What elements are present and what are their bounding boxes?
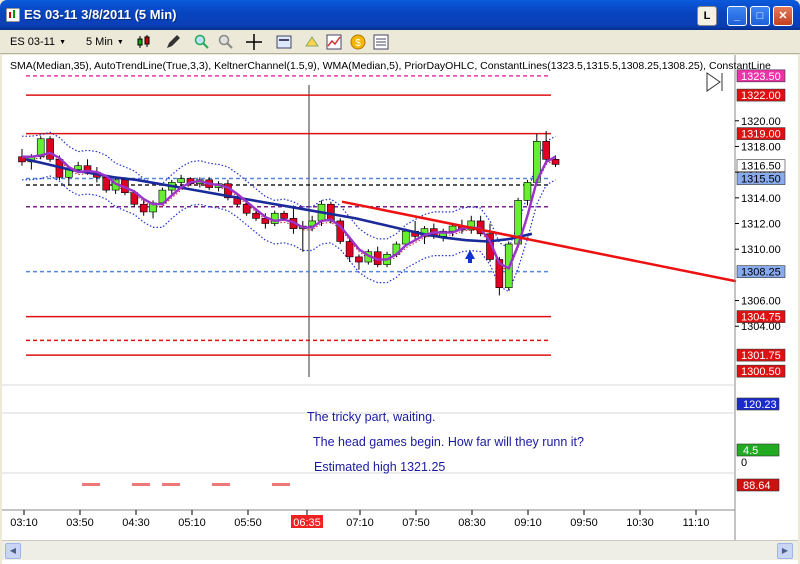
candle-body [551, 159, 560, 165]
candle-body [542, 141, 550, 160]
candle-body [280, 212, 288, 219]
sub-panel-bar [162, 483, 180, 486]
candle-body [355, 256, 363, 263]
time-tick-label: 09:50 [570, 517, 598, 529]
sub-panel-zero-label: 0 [741, 457, 747, 469]
keltner-lower-line [22, 175, 556, 293]
time-tick-label: 07:50 [402, 517, 430, 529]
pencil-icon[interactable] [165, 34, 181, 50]
candle-body [46, 138, 54, 160]
price-tag-label: 1319.00 [741, 129, 781, 141]
chart-toolbar: ES 03-11 ▼ 5 Min ▼ $ [0, 30, 800, 54]
price-tag-label: 1304.75 [741, 312, 781, 324]
zoom-in-icon[interactable] [194, 34, 210, 50]
price-tag-label: 1308.25 [741, 267, 781, 279]
time-tick-label: 03:50 [66, 517, 94, 529]
candle-body [242, 203, 251, 214]
price-tag-label: 1300.50 [741, 366, 781, 378]
chart-app-icon [6, 8, 20, 22]
indicator-legend: SMA(Median,35), AutoTrendLine(True,3,3),… [10, 60, 771, 72]
interval-label: 5 Min [86, 36, 113, 48]
scroll-left-arrow-icon[interactable]: ◀ [5, 543, 21, 559]
signal-icon[interactable]: $ [350, 34, 366, 50]
candle-body [139, 203, 148, 213]
sub-panel-value: 88.64 [743, 480, 771, 492]
horizontal-scrollbar[interactable]: ◀ ▶ [2, 540, 798, 560]
crosshair-time-label: 06:35 [293, 517, 321, 529]
annotation-line-1: The tricky part, waiting. [307, 410, 436, 424]
strategy-icon[interactable] [304, 34, 320, 50]
data-box-icon[interactable] [326, 34, 342, 50]
price-tick-label: 1312.00 [741, 219, 781, 231]
time-tick-label: 09:10 [514, 517, 542, 529]
price-tick-label: 1320.00 [741, 116, 781, 128]
close-button[interactable]: ✕ [773, 6, 793, 26]
candle-body [252, 212, 260, 219]
chevron-down-icon: ▼ [59, 38, 66, 46]
minimize-button[interactable]: _ [727, 6, 747, 26]
time-tick-label: 11:10 [683, 517, 710, 529]
keltner-upper-line [22, 131, 556, 249]
time-tick-label: 08:30 [458, 517, 486, 529]
price-tick-label: 1314.00 [741, 193, 781, 205]
price-tick-label: 1306.00 [741, 296, 781, 308]
window-titlebar[interactable]: ES 03-11 3/8/2011 (5 Min) L _ □ ✕ [0, 0, 800, 30]
price-tag-label: 1301.75 [741, 350, 781, 362]
candle-body [401, 230, 410, 245]
price-tag-label: 1322.00 [741, 90, 781, 102]
auto-trendline [341, 200, 737, 283]
scroll-right-arrow-icon[interactable]: ▶ [777, 543, 793, 559]
sub-panel-value: 4.5 [743, 445, 758, 457]
time-tick-label: 10:30 [626, 517, 654, 529]
time-tick-label: 07:10 [346, 517, 374, 529]
up-arrow-marker-icon [465, 250, 475, 263]
candle-body [74, 165, 82, 170]
chevron-down-icon: ▼ [116, 38, 124, 46]
chart-panel[interactable]: 1320.001318.001316.001314.001312.001310.… [2, 55, 798, 564]
scroll-to-end-icon[interactable] [706, 72, 723, 92]
price-tick-label: 1318.00 [741, 141, 781, 153]
annotation-line-2: The head games begin. How far will they … [313, 435, 584, 449]
time-tick-label: 04:30 [122, 517, 150, 529]
interval-selector[interactable]: 5 Min ▼ [86, 33, 124, 51]
properties-icon[interactable] [276, 34, 292, 50]
candle-body [523, 182, 532, 201]
crosshair-icon[interactable] [246, 34, 262, 50]
window-title: ES 03-11 3/8/2011 (5 Min) [24, 7, 177, 22]
wma-line [22, 151, 557, 271]
time-tick-label: 05:10 [178, 517, 206, 529]
link-button[interactable]: L [697, 6, 717, 26]
instrument-selector[interactable]: ES 03-11 ▼ [10, 33, 66, 51]
candle-body [177, 178, 185, 183]
svg-text:$: $ [355, 38, 361, 49]
price-tag-label: 1316.50 [741, 161, 781, 173]
annotation-line-3: Estimated high 1321.25 [314, 460, 445, 474]
sub-panel-bar [272, 483, 290, 486]
sub-panel-bar [212, 483, 230, 486]
price-tag-label: 1315.50 [741, 174, 781, 186]
sub-panel-bar [132, 483, 150, 486]
sub-panel-bar [82, 483, 100, 486]
price-chart[interactable]: 1320.001318.001316.001314.001312.001310.… [2, 55, 798, 540]
price-tick-label: 1310.00 [741, 244, 781, 256]
time-tick-label: 05:50 [234, 517, 262, 529]
zoom-out-icon[interactable] [218, 34, 234, 50]
candle-body [345, 241, 354, 258]
instrument-label: ES 03-11 [10, 36, 56, 48]
order-icon[interactable] [373, 34, 389, 50]
keltner-mid-line [22, 154, 556, 272]
sub-panel-value: 120.23 [743, 399, 777, 411]
price-tag-label: 1323.50 [741, 71, 781, 83]
candlestick-icon[interactable] [136, 34, 152, 50]
maximize-button[interactable]: □ [750, 6, 770, 26]
time-tick-label: 03:10 [10, 517, 38, 529]
